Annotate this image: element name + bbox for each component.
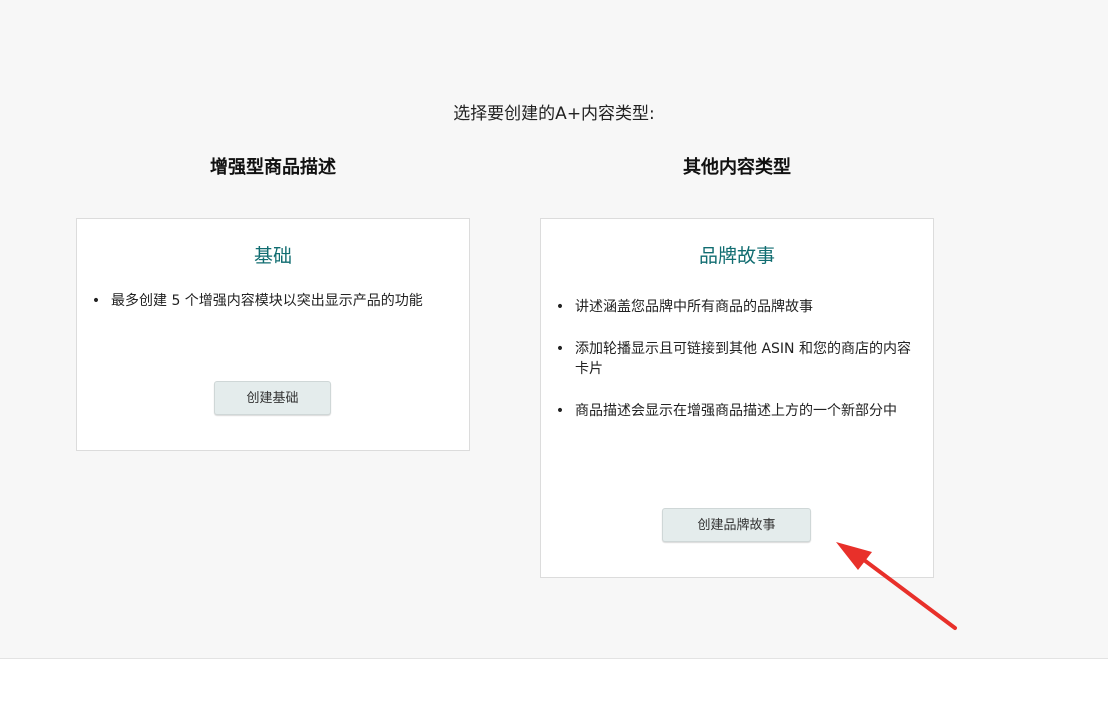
feature-text: 最多创建 5 个增强内容模块以突出显示产品的功能 [111,293,423,309]
create-brand-story-button[interactable]: 创建品牌故事 [662,508,811,542]
brand-story-feature-list: • 讲述涵盖您品牌中所有商品的品牌故事 • 添加轮播显示且可链接到其他 ASIN… [556,297,915,443]
feature-text: 添加轮播显示且可链接到其他 ASIN 和您的商店的内容卡片 [575,341,911,377]
brand-story-card: 品牌故事 • 讲述涵盖您品牌中所有商品的品牌故事 • 添加轮播显示且可链接到其他… [540,218,934,578]
page-title: 选择要创建的A+内容类型: [453,104,655,124]
list-item: • 讲述涵盖您品牌中所有商品的品牌故事 [556,297,915,317]
basic-content-card: 基础 • 最多创建 5 个增强内容模块以突出显示产品的功能 创建基础 [76,218,470,451]
bullet-icon: • [555,403,565,419]
basic-feature-list: • 最多创建 5 个增强内容模块以突出显示产品的功能 [92,291,447,311]
list-item: • 添加轮播显示且可链接到其他 ASIN 和您的商店的内容卡片 [556,339,915,379]
list-item: • 最多创建 5 个增强内容模块以突出显示产品的功能 [92,291,447,311]
feature-text: 讲述涵盖您品牌中所有商品的品牌故事 [575,299,813,315]
enhanced-description-heading: 增强型商品描述 [210,157,336,178]
list-item: • 商品描述会显示在增强商品描述上方的一个新部分中 [556,401,915,421]
bullet-icon: • [91,293,101,309]
feature-text: 商品描述会显示在增强商品描述上方的一个新部分中 [575,403,897,419]
basic-card-title: 基础 [253,245,292,267]
content-type-selection-section: 选择要创建的A+内容类型: 增强型商品描述 其他内容类型 基础 • 最多创建 5… [0,0,1108,659]
bullet-icon: • [555,299,565,315]
brand-story-card-title: 品牌故事 [698,245,775,267]
bullet-icon: • [555,341,565,357]
other-content-types-heading: 其他内容类型 [683,157,791,178]
create-basic-button[interactable]: 创建基础 [214,381,331,415]
